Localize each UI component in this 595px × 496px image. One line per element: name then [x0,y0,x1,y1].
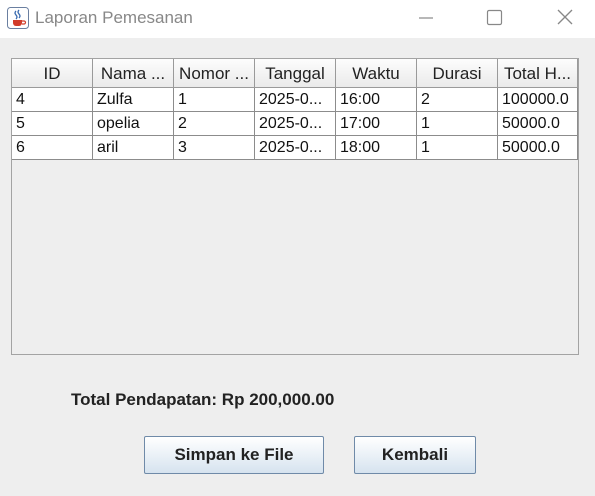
table-cell[interactable]: 2025-0... [255,112,336,136]
table-cell[interactable]: 1 [417,112,498,136]
total-revenue-label: Total Pendapatan: Rp 200,000.00 [71,390,335,409]
table-cell[interactable]: 4 [12,88,93,112]
back-button[interactable]: Kembali [354,436,476,474]
table-cell[interactable]: aril [93,136,174,160]
column-header-durasi[interactable]: Durasi [417,59,498,88]
table-cell[interactable]: 100000.0 [498,88,578,112]
table-row[interactable]: 5 opelia 2 2025-0... 17:00 1 50000.0 [12,112,578,136]
table-cell[interactable]: 16:00 [336,88,417,112]
report-table[interactable]: ID Nama ... Nomor ... Tanggal Waktu Dura… [11,58,579,355]
column-header-tanggal[interactable]: Tanggal [255,59,336,88]
table-cell[interactable]: 2 [417,88,498,112]
table-cell[interactable]: 1 [417,136,498,160]
maximize-icon[interactable] [471,0,517,38]
table-row[interactable]: 6 aril 3 2025-0... 18:00 1 50000.0 [12,136,578,160]
title-bar: Laporan Pemesanan [0,0,595,38]
close-icon[interactable] [541,0,587,38]
table-cell[interactable]: 50000.0 [498,136,578,160]
table-row[interactable]: 4 Zulfa 1 2025-0... 16:00 2 100000.0 [12,88,578,112]
table-cell[interactable]: 17:00 [336,112,417,136]
save-to-file-button[interactable]: Simpan ke File [144,436,324,474]
table-cell[interactable]: 6 [12,136,93,160]
table-body: 4 Zulfa 1 2025-0... 16:00 2 100000.0 5 o… [12,88,578,160]
table-cell[interactable]: 18:00 [336,136,417,160]
column-header-total[interactable]: Total H... [498,59,578,88]
table-cell[interactable]: opelia [93,112,174,136]
table-cell[interactable]: 1 [174,88,255,112]
column-header-nomor[interactable]: Nomor ... [174,59,255,88]
table-cell[interactable]: 5 [12,112,93,136]
minimize-icon[interactable] [402,0,448,38]
column-header-nama[interactable]: Nama ... [93,59,174,88]
java-coffee-cup-icon [7,7,29,29]
table-cell[interactable]: 2 [174,112,255,136]
column-header-id[interactable]: ID [12,59,93,88]
table-cell[interactable]: 3 [174,136,255,160]
window-title: Laporan Pemesanan [35,8,193,27]
table-cell[interactable]: 2025-0... [255,88,336,112]
column-header-waktu[interactable]: Waktu [336,59,417,88]
table-cell[interactable]: Zulfa [93,88,174,112]
table-cell[interactable]: 2025-0... [255,136,336,160]
table-header: ID Nama ... Nomor ... Tanggal Waktu Dura… [12,59,578,88]
table-cell[interactable]: 50000.0 [498,112,578,136]
